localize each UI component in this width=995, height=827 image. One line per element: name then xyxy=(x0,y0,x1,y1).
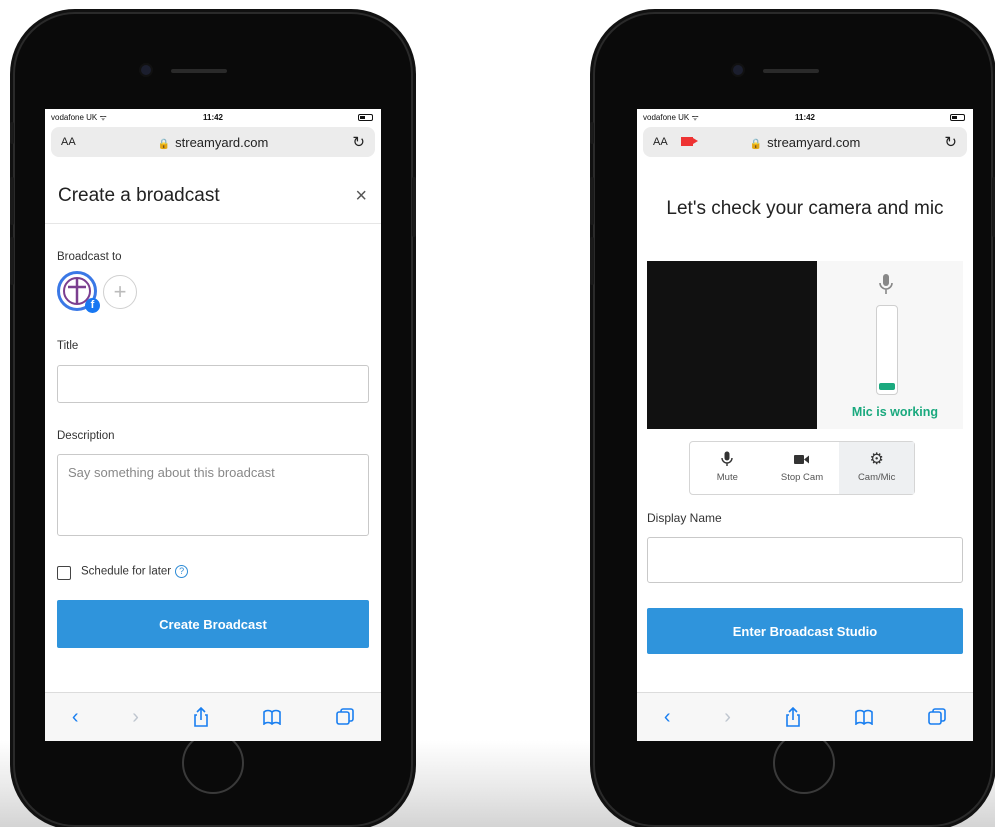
tabs-icon[interactable] xyxy=(336,708,354,726)
mute-label: Mute xyxy=(716,472,738,483)
clock: 11:42 xyxy=(794,112,816,122)
title-label: Title xyxy=(57,340,79,352)
phone-right: vodafone UK ᯤ 11:42 AA 🔒 streamyard.com ↻… xyxy=(590,12,995,827)
lock-icon: 🔒 xyxy=(749,138,763,150)
media-controls: Mute Stop Cam ⚙ Cam/Mic xyxy=(689,441,915,495)
stop-cam-button[interactable]: Stop Cam xyxy=(765,442,840,494)
modal-title: Create a broadcast xyxy=(58,185,220,206)
front-camera xyxy=(141,65,151,75)
volume-down-button xyxy=(10,237,14,285)
back-icon[interactable]: ‹ xyxy=(664,706,671,729)
reload-icon[interactable]: ↻ xyxy=(944,133,957,151)
bookmarks-icon[interactable] xyxy=(854,709,874,725)
url-text[interactable]: 🔒 streamyard.com xyxy=(643,135,967,150)
bookmarks-icon[interactable] xyxy=(262,709,282,725)
status-bar: vodafone UK ᯤ 11:42 xyxy=(637,109,973,125)
schedule-label: Schedule for later? xyxy=(81,565,189,578)
mute-switch xyxy=(10,122,14,144)
front-camera xyxy=(733,65,743,75)
mic-level-fill xyxy=(879,383,895,390)
volume-up-button xyxy=(10,177,14,225)
close-icon[interactable]: × xyxy=(355,185,367,208)
screen: vodafone UK ᯤ 11:42 AA 🔒 streamyard.com ↻… xyxy=(637,109,973,741)
power-button xyxy=(412,177,416,237)
camera-preview-panel: Mic is working xyxy=(647,261,963,429)
earpiece-speaker xyxy=(763,69,819,73)
page-title: Let's check your camera and mic xyxy=(666,198,944,219)
safari-toolbar: ‹ › xyxy=(45,692,381,741)
battery-icon xyxy=(950,114,965,121)
cam-mic-settings-button[interactable]: ⚙ Cam/Mic xyxy=(839,442,915,494)
home-button[interactable] xyxy=(182,732,244,794)
destination-avatar[interactable]: f xyxy=(57,271,100,313)
add-destination-button[interactable]: + xyxy=(103,275,137,309)
cam-mic-label: Cam/Mic xyxy=(857,472,896,483)
volume-up-button xyxy=(590,177,594,225)
mic-level-meter xyxy=(876,305,898,395)
facebook-icon: f xyxy=(85,298,100,313)
gear-icon: ⚙ xyxy=(869,451,884,468)
status-bar: vodafone UK ᯤ 11:42 xyxy=(45,109,381,125)
url-text[interactable]: 🔒 streamyard.com xyxy=(51,135,375,150)
volume-down-button xyxy=(590,237,594,285)
display-name-input[interactable] xyxy=(647,537,963,583)
back-icon[interactable]: ‹ xyxy=(72,706,79,729)
help-icon[interactable]: ? xyxy=(175,565,189,578)
mic-status-text: Mic is working xyxy=(851,405,939,419)
share-icon[interactable] xyxy=(785,707,801,727)
title-input[interactable] xyxy=(57,365,369,403)
forward-icon[interactable]: › xyxy=(724,706,731,729)
video-camera-icon xyxy=(765,450,840,468)
earpiece-speaker xyxy=(171,69,227,73)
mute-switch xyxy=(590,122,594,144)
share-icon[interactable] xyxy=(193,707,209,727)
camera-preview-video xyxy=(647,261,817,429)
stop-cam-label: Stop Cam xyxy=(780,472,824,483)
description-label: Description xyxy=(57,430,115,442)
battery-icon xyxy=(358,114,373,121)
lock-icon: 🔒 xyxy=(157,138,171,150)
description-textarea[interactable]: Say something about this broadcast xyxy=(57,454,369,536)
mute-button[interactable]: Mute xyxy=(690,442,765,494)
screen: vodafone UK ᯤ 11:42 AA 🔒 streamyard.com ↻… xyxy=(45,109,381,741)
tabs-icon[interactable] xyxy=(928,708,946,726)
enter-studio-button[interactable]: Enter Broadcast Studio xyxy=(647,608,963,654)
safari-toolbar: ‹ › xyxy=(637,692,973,741)
microphone-icon xyxy=(879,273,893,300)
display-name-label: Display Name xyxy=(647,511,722,525)
phone-left: vodafone UK ᯤ 11:42 AA 🔒 streamyard.com ↻… xyxy=(10,12,416,827)
schedule-checkbox[interactable] xyxy=(57,566,71,580)
modal-header: Create a broadcast × xyxy=(45,171,381,224)
reload-icon[interactable]: ↻ xyxy=(352,133,365,151)
clock: 11:42 xyxy=(202,112,224,122)
broadcast-to-label: Broadcast to xyxy=(57,251,122,263)
forward-icon[interactable]: › xyxy=(132,706,139,729)
microphone-icon xyxy=(690,450,765,468)
address-bar[interactable]: AA 🔒 streamyard.com ↻ xyxy=(51,127,375,157)
create-broadcast-button[interactable]: Create Broadcast xyxy=(57,600,369,648)
home-button[interactable] xyxy=(773,732,835,794)
address-bar[interactable]: AA 🔒 streamyard.com ↻ xyxy=(643,127,967,157)
